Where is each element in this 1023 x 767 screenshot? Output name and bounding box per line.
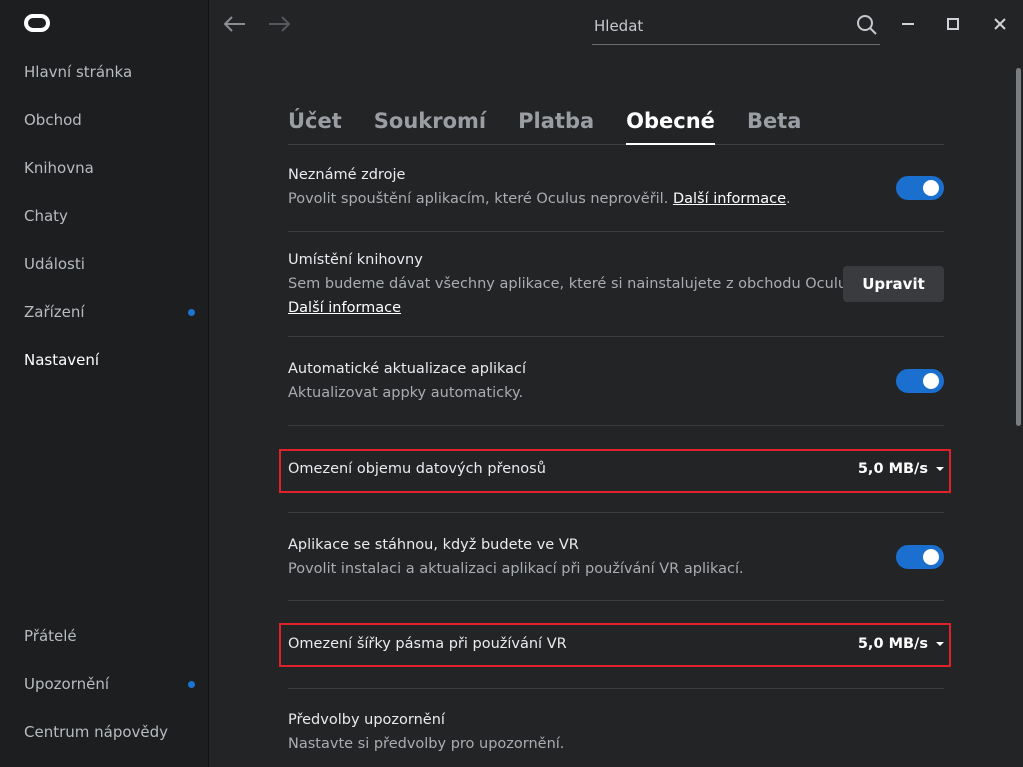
sidebar-nav: Hlavní stránka Obchod Knihovna Chaty Udá… xyxy=(0,48,208,384)
search-box xyxy=(592,10,880,45)
sidebar-item-library[interactable]: Knihovna xyxy=(0,144,208,192)
sidebar-item-label: Nastavení xyxy=(24,351,100,369)
tab-privacy[interactable]: Soukromí xyxy=(374,104,486,144)
sidebar-item-settings[interactable]: Nastavení xyxy=(0,336,208,384)
setting-title: Automatické aktualizace aplikací xyxy=(288,361,527,377)
close-icon[interactable] xyxy=(989,13,1011,35)
sidebar-item-label: Události xyxy=(24,255,85,273)
sidebar-item-events[interactable]: Události xyxy=(0,240,208,288)
highlight-box xyxy=(279,449,951,493)
setting-title: Předvolby upozornění xyxy=(288,712,445,728)
sidebar-item-devices[interactable]: Zařízení xyxy=(0,288,208,336)
sidebar: Hlavní stránka Obchod Knihovna Chaty Udá… xyxy=(0,0,209,767)
setting-description: Aktualizovat appky automaticky. xyxy=(288,385,524,401)
scrollbar-thumb[interactable] xyxy=(1016,68,1021,426)
setting-description: Nastavte si předvolby pro upozornění. xyxy=(288,736,565,752)
sidebar-item-label: Obchod xyxy=(24,111,82,129)
sidebar-item-chats[interactable]: Chaty xyxy=(0,192,208,240)
toggle-knob xyxy=(923,180,939,196)
setting-library-location: Umístění knihovny Sem budeme dávat všech… xyxy=(288,232,944,337)
auto-updates-toggle[interactable] xyxy=(896,369,944,393)
search-icon[interactable] xyxy=(856,14,878,36)
tab-payment[interactable]: Platba xyxy=(518,104,594,144)
sidebar-item-label: Chaty xyxy=(24,207,68,225)
settings-tabs: Účet Soukromí Platba Obecné Beta xyxy=(288,104,944,145)
oculus-logo-icon[interactable] xyxy=(24,14,50,32)
setting-unknown-sources: Neznámé zdroje Povolit spouštění aplikac… xyxy=(288,145,944,232)
maximize-icon[interactable] xyxy=(942,13,964,35)
setting-description: Sem budeme dávat všechny aplikace, které… xyxy=(288,276,860,292)
tab-general[interactable]: Obecné xyxy=(626,104,715,145)
sidebar-item-label: Upozornění xyxy=(24,675,110,693)
toggle-knob xyxy=(923,549,939,565)
sidebar-item-help-center[interactable]: Centrum nápovědy xyxy=(0,708,208,756)
back-arrow-icon[interactable] xyxy=(221,12,247,36)
setting-title: Umístění knihovny xyxy=(288,252,423,268)
setting-description: Povolit instalaci a aktualizaci aplikací… xyxy=(288,561,744,577)
tab-beta[interactable]: Beta xyxy=(747,104,801,144)
sidebar-item-label: Přátelé xyxy=(24,627,77,645)
toggle-knob xyxy=(923,373,939,389)
setting-title: Aplikace se stáhnou, když budete ve VR xyxy=(288,537,579,553)
learn-more-row: Další informace xyxy=(288,300,401,316)
setting-auto-updates: Automatické aktualizace aplikací Aktuali… xyxy=(288,337,944,426)
sidebar-item-notifications[interactable]: Upozornění xyxy=(0,660,208,708)
sidebar-item-friends[interactable]: Přátelé xyxy=(0,612,208,660)
setting-vr-downloads: Aplikace se stáhnou, když budete ve VR P… xyxy=(288,513,944,601)
sidebar-item-label: Zařízení xyxy=(24,303,85,321)
learn-more-link[interactable]: Další informace xyxy=(673,191,786,207)
vr-downloads-toggle[interactable] xyxy=(896,545,944,569)
sidebar-item-store[interactable]: Obchod xyxy=(0,96,208,144)
setting-notification-prefs[interactable]: Předvolby upozornění Nastavte si předvol… xyxy=(288,689,944,767)
unknown-sources-toggle[interactable] xyxy=(896,176,944,200)
highlight-box xyxy=(279,623,951,667)
notification-dot xyxy=(188,308,195,316)
setting-description-text: Povolit spouštění aplikacím, které Oculu… xyxy=(288,191,669,207)
sidebar-item-home[interactable]: Hlavní stránka xyxy=(0,48,208,96)
sidebar-item-label: Knihovna xyxy=(24,159,94,177)
search-input[interactable] xyxy=(594,16,844,36)
edit-library-button[interactable]: Upravit xyxy=(843,266,944,302)
tab-account[interactable]: Účet xyxy=(288,104,342,144)
forward-arrow-icon[interactable] xyxy=(267,12,293,36)
top-bar xyxy=(209,0,1023,48)
notification-dot xyxy=(188,680,195,688)
minimize-icon[interactable] xyxy=(897,13,919,35)
sidebar-item-label: Hlavní stránka xyxy=(24,63,133,81)
setting-title: Neznámé zdroje xyxy=(288,167,406,183)
sidebar-item-label: Centrum nápovědy xyxy=(24,723,169,741)
setting-description: Povolit spouštění aplikacím, které Oculu… xyxy=(288,191,791,207)
learn-more-link[interactable]: Další informace xyxy=(288,300,401,316)
sidebar-bottom-nav: Přátelé Upozornění Centrum nápovědy xyxy=(0,612,208,756)
